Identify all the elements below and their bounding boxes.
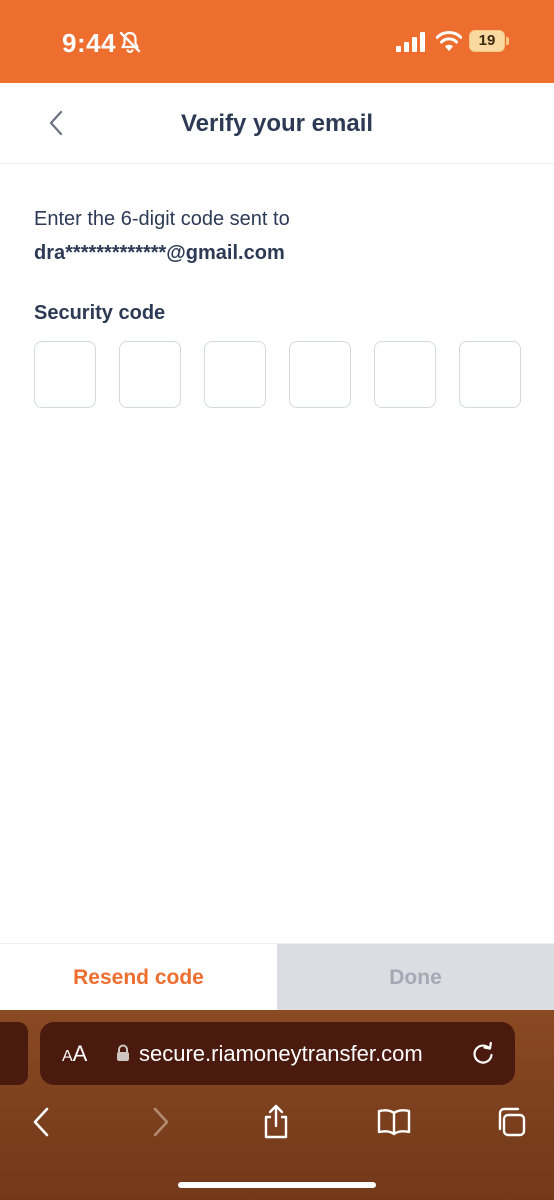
- bell-slash-icon: [119, 31, 141, 54]
- aa-small: A: [62, 1048, 73, 1065]
- browser-nav-row: [0, 1100, 554, 1144]
- wifi-icon: [436, 31, 462, 51]
- code-digit-5[interactable]: [374, 341, 436, 408]
- instructions-text: Enter the 6-digit code sent to: [34, 208, 290, 230]
- status-bar: 9:44 19: [0, 0, 554, 83]
- bookmarks-button[interactable]: [372, 1100, 416, 1144]
- done-button[interactable]: Done: [277, 944, 554, 1011]
- home-indicator: [178, 1182, 376, 1188]
- code-digit-3[interactable]: [204, 341, 266, 408]
- signal-icon: [396, 32, 425, 52]
- resend-code-button[interactable]: Resend code: [0, 944, 277, 1011]
- tabs-button[interactable]: [489, 1100, 533, 1144]
- address-bar[interactable]: AA secure.riamoneytransfer.com: [40, 1022, 515, 1085]
- page-title: Verify your email: [180, 110, 374, 137]
- previous-tab-preview[interactable]: [0, 1022, 28, 1085]
- browser-forward-button[interactable]: [139, 1100, 183, 1144]
- app-header: Verify your email: [0, 83, 554, 164]
- status-time: 9:44: [62, 28, 117, 58]
- instructions: Enter the 6-digit code sent to dra******…: [34, 202, 290, 270]
- url-text: secure.riamoneytransfer.com: [139, 1041, 423, 1066]
- share-button[interactable]: [254, 1100, 298, 1144]
- share-icon: [264, 1104, 288, 1139]
- code-digit-2[interactable]: [119, 341, 181, 408]
- back-button[interactable]: [36, 103, 76, 143]
- tabs-icon: [498, 1107, 526, 1137]
- lock-icon: [117, 1044, 129, 1061]
- browser-back-button[interactable]: [19, 1100, 63, 1144]
- chevron-left-icon: [49, 110, 63, 136]
- aa-large: A: [72, 1041, 88, 1066]
- security-code-label: Security code: [34, 302, 166, 324]
- back-icon: [33, 1107, 49, 1137]
- bookmarks-icon: [377, 1109, 411, 1136]
- forward-icon: [153, 1107, 169, 1137]
- reload-icon[interactable]: [470, 1041, 496, 1067]
- code-digit-1[interactable]: [34, 341, 96, 408]
- battery-level: 19: [478, 32, 496, 49]
- battery-icon: 19: [469, 30, 509, 52]
- action-bar: Resend code Done: [0, 943, 554, 1011]
- code-digit-4[interactable]: [289, 341, 351, 408]
- masked-email: dra*************@gmail.com: [34, 242, 285, 264]
- browser-toolbar: AA secure.riamoneytransfer.com: [0, 1010, 554, 1200]
- code-digit-6[interactable]: [459, 341, 521, 408]
- security-code-inputs: [34, 341, 521, 408]
- reader-settings-button[interactable]: AA: [62, 1022, 87, 1085]
